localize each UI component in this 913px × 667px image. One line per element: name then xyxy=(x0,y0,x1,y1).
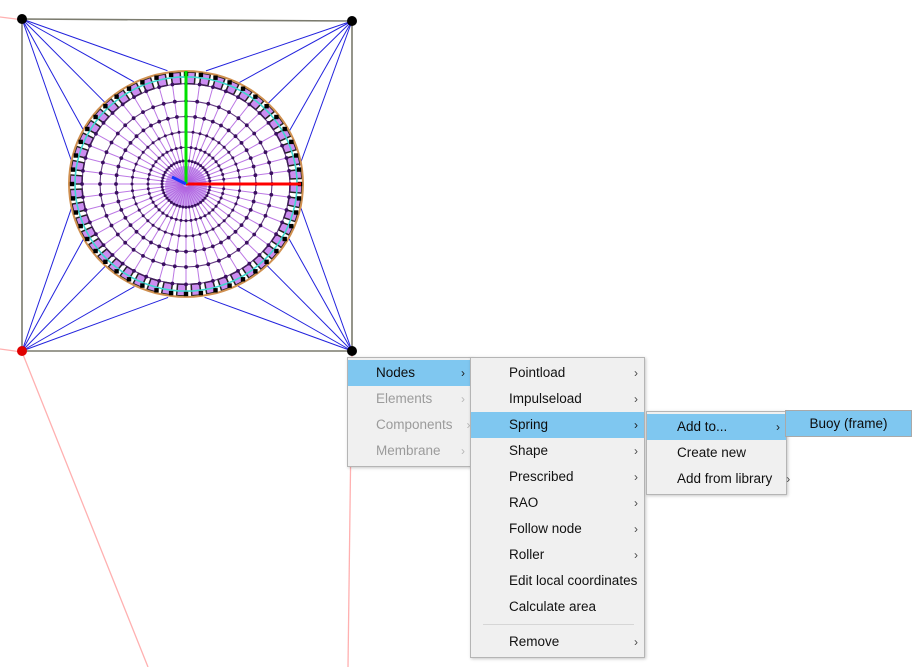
chevron-right-icon: › xyxy=(634,444,638,458)
menu-item-create-new[interactable]: Create new xyxy=(647,440,786,466)
chevron-right-icon: › xyxy=(461,366,465,380)
chevron-right-icon: › xyxy=(634,496,638,510)
chevron-right-icon: › xyxy=(634,392,638,406)
model-viewport[interactable] xyxy=(0,0,913,667)
menu-separator xyxy=(483,624,634,625)
chevron-right-icon: › xyxy=(634,366,638,380)
chevron-right-icon: › xyxy=(634,470,638,484)
menu-item-label: Add from library xyxy=(677,471,773,487)
menu-item-prescribed[interactable]: Prescribed › xyxy=(471,464,644,490)
chevron-right-icon: › xyxy=(461,392,465,406)
menu-item-membrane: Membrane › xyxy=(348,438,471,464)
menu-item-elements: Elements › xyxy=(348,386,471,412)
menu-item-add-to[interactable]: Add to... › xyxy=(647,414,786,440)
chevron-right-icon: › xyxy=(634,635,638,649)
chevron-right-icon: › xyxy=(461,444,465,458)
context-menu-categories[interactable]: Nodes › Elements › Components › Membrane › xyxy=(347,357,472,467)
menu-item-pointload[interactable]: Pointload › xyxy=(471,360,644,386)
chevron-right-icon: › xyxy=(786,472,791,486)
menu-item-follow-node[interactable]: Follow node › xyxy=(471,516,644,542)
chevron-right-icon: › xyxy=(634,418,638,432)
chevron-right-icon: › xyxy=(634,522,638,536)
menu-item-rao[interactable]: RAO › xyxy=(471,490,644,516)
menu-item-label: Roller xyxy=(509,547,545,563)
context-menu-spring[interactable]: Add to... › Create new Add from library › xyxy=(646,411,790,495)
menu-item-label: Shape xyxy=(509,443,549,459)
chevron-right-icon: › xyxy=(634,548,638,562)
menu-item-label: Prescribed xyxy=(509,469,574,485)
menu-item-label: Components xyxy=(376,417,453,433)
menu-item-roller[interactable]: Roller › xyxy=(471,542,644,568)
menu-item-label: Pointload xyxy=(509,365,566,381)
menu-item-label: Create new xyxy=(677,445,747,461)
menu-item-components: Components › xyxy=(348,412,471,438)
menu-item-nodes[interactable]: Nodes › xyxy=(348,360,471,386)
menu-item-label: Impulseload xyxy=(509,391,582,407)
context-menu-nodes[interactable]: Pointload › Impulseload › Spring › Shape › Presc… xyxy=(470,357,645,658)
menu-item-label: RAO xyxy=(509,495,539,511)
menu-item-impulseload[interactable]: Impulseload › xyxy=(471,386,644,412)
menu-item-label: Edit local coordinates xyxy=(509,573,638,589)
menu-item-label: Remove xyxy=(509,634,560,650)
menu-item-label: Elements xyxy=(376,391,433,407)
menu-item-calculate-area[interactable]: Calculate area xyxy=(471,594,644,620)
menu-item-label: Buoy (frame) xyxy=(809,415,888,431)
menu-item-spring[interactable]: Spring › xyxy=(471,412,644,438)
context-menu-add-to[interactable]: Buoy (frame) xyxy=(785,410,912,437)
menu-item-add-from-library[interactable]: Add from library › xyxy=(647,466,790,492)
menu-item-edit-local-coordinates[interactable]: Edit local coordinates xyxy=(471,568,644,594)
menu-item-remove[interactable]: Remove › xyxy=(471,629,644,655)
chevron-right-icon: › xyxy=(776,420,780,434)
menu-item-label: Nodes xyxy=(376,365,416,381)
menu-item-label: Spring xyxy=(509,417,549,433)
menu-item-label: Add to... xyxy=(677,419,728,435)
menu-item-label: Membrane xyxy=(376,443,441,459)
menu-item-label: Calculate area xyxy=(509,599,597,615)
model-canvas xyxy=(0,14,357,667)
menu-item-label: Follow node xyxy=(509,521,582,537)
menu-item-shape[interactable]: Shape › xyxy=(471,438,644,464)
menu-item-buoy-frame[interactable]: Buoy (frame) xyxy=(785,410,912,437)
